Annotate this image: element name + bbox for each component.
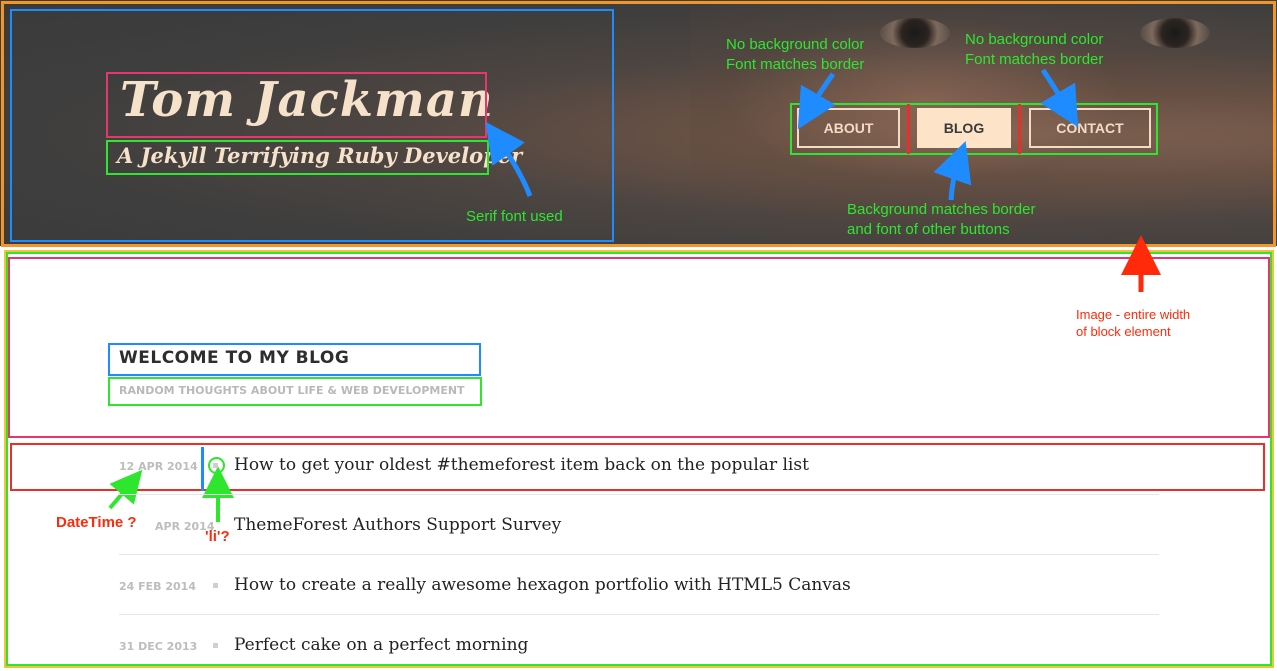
nav-contact-button[interactable]: CONTACT (1029, 108, 1151, 148)
post-date: 24 FEB 2014 (119, 580, 196, 593)
post-divider (119, 494, 1159, 495)
annotation-li: 'li'? (205, 528, 230, 545)
site-title[interactable]: Tom Jackman (120, 72, 494, 128)
datetime-arrow (108, 469, 143, 510)
portrait-eye-left (880, 18, 950, 48)
blog-heading: WELCOME TO MY BLOG (119, 348, 350, 368)
post-bullet (213, 583, 218, 588)
post-date: 12 APR 2014 (119, 460, 198, 473)
post-date: 31 DEC 2013 (119, 640, 198, 653)
site-subtitle: A Jekyll Terrifying Ruby Developer (117, 143, 523, 168)
post-link[interactable]: ThemeForest Authors Support Survey (234, 515, 561, 535)
annotation-blog: Background matches border and font of ot… (847, 201, 1036, 238)
post-row-marker (201, 447, 204, 491)
post-bullet (213, 643, 218, 648)
nav-about-button[interactable]: ABOUT (797, 108, 900, 148)
post-divider (119, 614, 1159, 615)
post-link[interactable]: How to create a really awesome hexagon p… (234, 575, 851, 595)
annotation-contact: No background color Font matches border (965, 31, 1104, 68)
portrait-eye-right (1140, 18, 1210, 48)
post-link[interactable]: Perfect cake on a perfect morning (234, 635, 528, 655)
annotation-serif: Serif font used (466, 208, 563, 225)
post-bullet (213, 463, 218, 468)
annotation-datetime: DateTime ? (56, 514, 137, 531)
post-divider (119, 554, 1159, 555)
blog-subheading: RANDOM THOUGHTS ABOUT LIFE & WEB DEVELOP… (119, 384, 465, 397)
post-link[interactable]: How to get your oldest #themeforest item… (234, 455, 809, 475)
annotation-image: Image - entire width of block element (1076, 307, 1191, 339)
nav-blog-button[interactable]: BLOG (917, 108, 1011, 148)
annotation-about: No background color Font matches border (726, 36, 865, 73)
